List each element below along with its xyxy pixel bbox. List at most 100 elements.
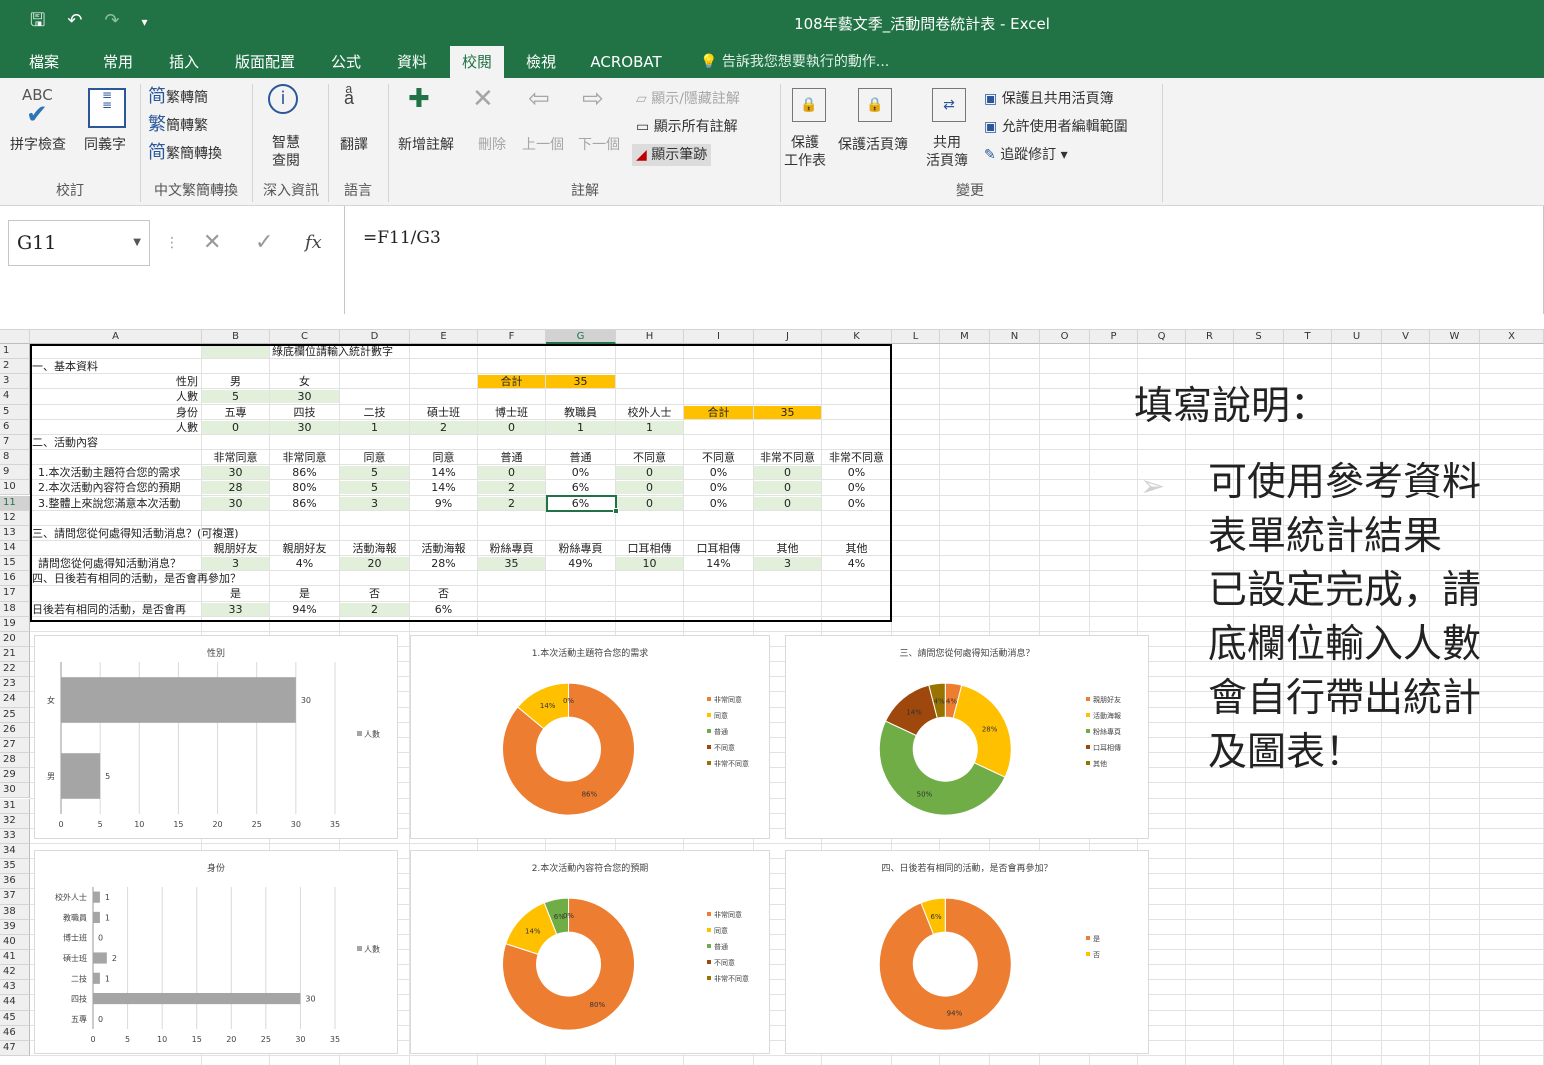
row-header-32[interactable]: 32	[0, 813, 30, 829]
cell-C8[interactable]: 非常同意	[270, 451, 339, 464]
fill-handle[interactable]	[613, 508, 619, 514]
cell-G10[interactable]: 6%	[546, 481, 615, 494]
tab-page-layout[interactable]: 版面配置	[225, 46, 305, 78]
chart-q2[interactable]: 2.本次活動內容符合您的預期 80% 14% 6% 0% 非常同意 同意 普通 不同意 非常不同意	[410, 850, 770, 1054]
cell-B5[interactable]: 五專	[202, 406, 269, 419]
cell-F15[interactable]: 35	[478, 557, 545, 570]
cell-I9[interactable]: 0%	[684, 466, 753, 479]
cell-H10[interactable]: 0	[616, 481, 683, 494]
cell-A2[interactable]: 一、基本資料	[30, 360, 630, 373]
cell-K9[interactable]: 0%	[822, 466, 891, 479]
column-header-I[interactable]: I	[684, 330, 754, 344]
cell-A15[interactable]: 請問您從何處得知活動消息？	[30, 557, 201, 570]
row-header-17[interactable]: 17	[0, 586, 30, 602]
cell-E5[interactable]: 碩士班	[410, 406, 477, 419]
cell-H11[interactable]: 0	[616, 497, 683, 510]
cell-C18[interactable]: 94%	[270, 603, 339, 616]
cell-A11[interactable]: 3.整體上來說您滿意本次活動	[30, 497, 201, 510]
column-header-V[interactable]: V	[1382, 330, 1430, 344]
row-header-43[interactable]: 43	[0, 980, 30, 996]
cell-D15[interactable]: 20	[340, 557, 409, 570]
row-header-36[interactable]: 36	[0, 874, 30, 890]
cell-A10[interactable]: 2.本次活動內容符合您的預期	[30, 481, 201, 494]
next-comment-button[interactable]: 下一個	[578, 136, 620, 154]
column-header-G[interactable]: G	[546, 330, 616, 344]
cell-G6[interactable]: 1	[546, 421, 615, 434]
cell-A13[interactable]: 三、請問您從何處得知活動消息？(可複選)	[30, 527, 630, 540]
cell-B15[interactable]: 3	[202, 557, 269, 570]
cell-J15[interactable]: 3	[754, 557, 821, 570]
row-header-44[interactable]: 44	[0, 995, 30, 1011]
cell-B14[interactable]: 親朋好友	[202, 542, 269, 555]
cell-A4[interactable]: 人數	[30, 390, 201, 403]
column-header-O[interactable]: O	[1040, 330, 1090, 344]
cell-E11[interactable]: 9%	[410, 497, 477, 510]
chinese-convert-button[interactable]: 简繁簡轉換	[148, 144, 222, 163]
row-header-33[interactable]: 33	[0, 828, 30, 844]
cell-K8[interactable]: 非常不同意	[822, 451, 891, 464]
row-header-14[interactable]: 14	[0, 540, 30, 557]
smart-lookup-button[interactable]: 智慧 查閱	[272, 134, 300, 170]
column-header-J[interactable]: J	[754, 330, 822, 344]
row-header-9[interactable]: 9	[0, 465, 30, 481]
cell-B17[interactable]: 是	[202, 587, 269, 600]
new-comment-button[interactable]: 新增註解	[398, 136, 454, 154]
bar[interactable]	[61, 753, 101, 799]
tab-file[interactable]: 檔案	[18, 46, 70, 78]
cell-B3[interactable]: 男	[202, 375, 269, 388]
row-header-23[interactable]: 23	[0, 677, 30, 693]
tab-view[interactable]: 檢視	[515, 46, 567, 78]
cell-D18[interactable]: 2	[340, 603, 409, 616]
cell-I8[interactable]: 不同意	[684, 451, 753, 464]
bar[interactable]	[93, 972, 100, 984]
cell-D6[interactable]: 1	[340, 421, 409, 434]
protect-share-button[interactable]: ▣ 保護且共用活頁簿	[984, 90, 1114, 108]
cell-A6[interactable]: 人數	[30, 421, 201, 434]
column-header-F[interactable]: F	[478, 330, 546, 344]
previous-comment-button[interactable]: 上一個	[522, 136, 564, 154]
column-header-A[interactable]: A	[30, 330, 202, 344]
row-header-13[interactable]: 13	[0, 525, 30, 541]
column-header-R[interactable]: R	[1186, 330, 1234, 344]
cell-A5[interactable]: 身份	[30, 406, 201, 419]
bar[interactable]	[93, 992, 301, 1005]
cell-C14[interactable]: 親朋好友	[270, 542, 339, 555]
cell-F10[interactable]: 2	[478, 481, 545, 494]
cell-D14[interactable]: 活動海報	[340, 542, 409, 555]
column-header-W[interactable]: W	[1430, 330, 1480, 344]
cell-A9[interactable]: 1.本次活動主題符合您的需求	[30, 466, 201, 479]
instruction-textbox[interactable]: 填寫說明： ➢ 可使用參考資料 表單統計結果 已設定完成，請 底欄位輸入人數 會…	[1100, 380, 1544, 860]
bar[interactable]	[61, 677, 296, 723]
cell-F8[interactable]: 普通	[478, 451, 545, 464]
cell-E9[interactable]: 14%	[410, 466, 477, 479]
translate-button[interactable]: 翻譯	[340, 136, 368, 154]
enter-icon[interactable]: ✓	[255, 220, 273, 266]
cell-G3[interactable]: 35	[546, 375, 615, 388]
cell-C1[interactable]: 綠底欄位請輸入統計數字	[270, 345, 570, 358]
cell-K11[interactable]: 0%	[822, 497, 891, 510]
cell-B18[interactable]: 33	[202, 603, 269, 616]
bar[interactable]	[93, 891, 100, 903]
tab-review[interactable]: 校閱	[450, 46, 504, 78]
cell-J9[interactable]: 0	[754, 466, 821, 479]
column-header-H[interactable]: H	[616, 330, 684, 344]
column-header-Q[interactable]: Q	[1138, 330, 1186, 344]
protect-workbook-button[interactable]: 保護活頁簿	[838, 136, 908, 154]
show-ink-button[interactable]: ◢ 顯示筆跡	[632, 144, 712, 166]
row-header-6[interactable]: 6	[0, 419, 30, 435]
row-header-4[interactable]: 4	[0, 389, 30, 405]
cell-E15[interactable]: 28%	[410, 557, 477, 570]
cell-D11[interactable]: 3	[340, 497, 409, 510]
cell-H5[interactable]: 校外人士	[616, 406, 683, 419]
cell-H9[interactable]: 0	[616, 466, 683, 479]
cell-G5[interactable]: 教職員	[546, 406, 615, 419]
cell-A3[interactable]: 性別	[30, 375, 201, 388]
cell-I5[interactable]: 合計	[684, 406, 753, 419]
row-header-25[interactable]: 25	[0, 707, 30, 723]
cell-D5[interactable]: 二技	[340, 406, 409, 419]
cell-D10[interactable]: 5	[340, 481, 409, 494]
cell-J8[interactable]: 非常不同意	[754, 451, 821, 464]
trad-to-simp-button[interactable]: 简繁轉簡	[148, 88, 208, 107]
cell-D9[interactable]: 5	[340, 466, 409, 479]
cell-A16[interactable]: 四、日後若有相同的活動，是否會再參加？	[30, 572, 630, 585]
